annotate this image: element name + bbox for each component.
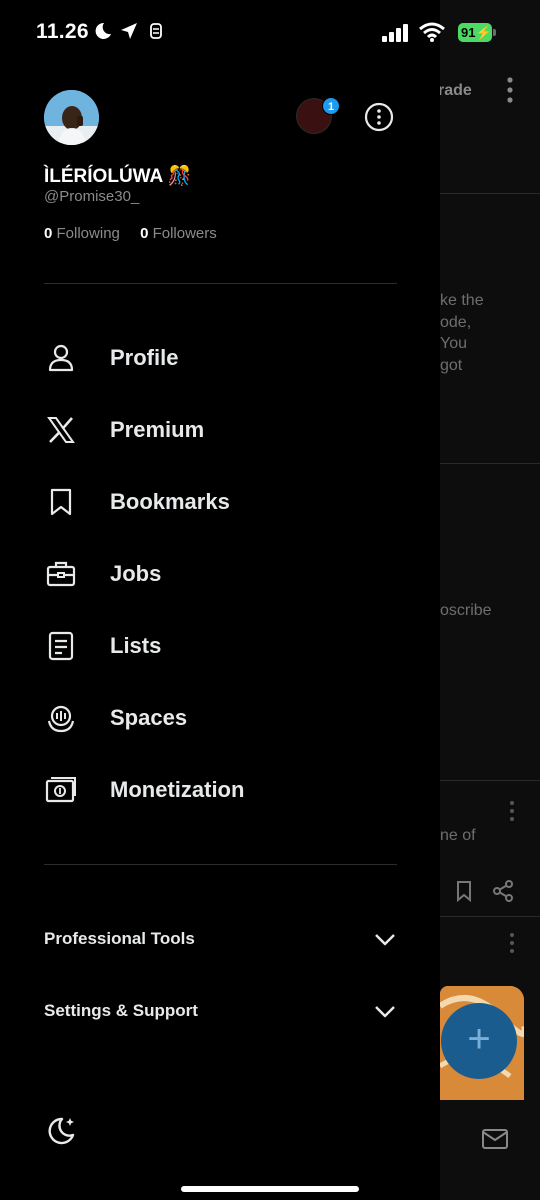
x-logo-icon xyxy=(47,417,75,443)
settings-support-toggle[interactable]: Settings & Support xyxy=(44,989,397,1033)
followers-link[interactable]: 0 Followers xyxy=(140,225,225,242)
tweet-text-fragment: ode, xyxy=(440,314,472,331)
compose-button[interactable]: + xyxy=(441,1003,517,1079)
moon-icon[interactable] xyxy=(44,1114,78,1148)
lock-rotation-icon xyxy=(150,23,162,39)
menu-item-premium[interactable]: Premium xyxy=(44,402,404,458)
person-icon xyxy=(48,344,74,372)
list-icon xyxy=(48,631,74,661)
tweet-text-fragment: You xyxy=(440,335,467,352)
following-link[interactable]: 0 Following xyxy=(44,225,128,242)
tweet-text-fragment: got xyxy=(440,357,463,374)
tweet-text-fragment: ke the xyxy=(440,292,484,309)
messages-icon[interactable] xyxy=(481,1127,509,1151)
follow-stats: 0 Following 0 Followers xyxy=(44,225,233,242)
more-vertical-icon[interactable] xyxy=(500,76,520,104)
upgrade-button-fragment[interactable]: rade xyxy=(438,80,538,102)
status-time: 11.26 xyxy=(36,20,89,43)
subscribe-fragment[interactable]: oscribe xyxy=(440,600,540,622)
notification-badge: 1 xyxy=(322,97,340,115)
moon-icon xyxy=(95,22,111,39)
avatar[interactable] xyxy=(44,90,99,145)
menu-item-spaces[interactable]: Spaces xyxy=(44,690,404,746)
chevron-down-icon xyxy=(375,1006,395,1018)
menu-label: Premium xyxy=(110,417,205,442)
divider xyxy=(44,283,397,284)
menu-label: Bookmarks xyxy=(110,489,230,514)
share-icon[interactable] xyxy=(492,880,514,902)
navigation-drawer: 1 ÌLÉRÍOLÚWA 🎊 @Promise30_ 0 Following 0… xyxy=(0,0,440,1200)
money-icon xyxy=(45,777,76,803)
home-indicator[interactable] xyxy=(181,1186,359,1192)
status-bar: 11.26 91⚡ xyxy=(0,0,540,64)
menu-item-lists[interactable]: Lists xyxy=(44,618,404,674)
display-name[interactable]: ÌLÉRÍOLÚWA 🎊 xyxy=(44,164,192,188)
more-vertical-icon[interactable] xyxy=(505,932,519,954)
more-vertical-icon[interactable] xyxy=(505,800,519,822)
menu-item-monetization[interactable]: Monetization xyxy=(44,762,404,818)
menu-label: Jobs xyxy=(110,561,162,586)
menu-item-jobs[interactable]: Jobs xyxy=(44,546,404,602)
menu-label: Monetization xyxy=(110,777,245,802)
wifi-icon xyxy=(419,22,445,42)
tweet-text-fragment: ne of xyxy=(440,827,476,844)
professional-tools-toggle[interactable]: Professional Tools xyxy=(44,917,397,961)
briefcase-icon xyxy=(46,561,76,587)
signal-icon xyxy=(382,24,408,42)
menu-label: Spaces xyxy=(110,705,188,730)
battery-tip xyxy=(493,29,496,36)
spaces-icon xyxy=(47,705,75,733)
more-options-icon[interactable] xyxy=(364,102,394,132)
section-label: Professional Tools xyxy=(44,929,195,948)
battery-indicator: 91⚡ xyxy=(458,23,492,42)
user-handle[interactable]: @Promise30_ xyxy=(44,188,139,205)
divider xyxy=(44,864,397,865)
bookmark-icon xyxy=(50,488,72,516)
chevron-down-icon xyxy=(375,934,395,946)
section-label: Settings & Support xyxy=(44,1001,198,1020)
menu-label: Lists xyxy=(110,633,162,658)
menu-item-bookmarks[interactable]: Bookmarks xyxy=(44,474,404,530)
bookmark-icon[interactable] xyxy=(455,880,473,902)
location-arrow-icon xyxy=(121,23,137,39)
menu-label: Profile xyxy=(110,345,179,370)
menu-item-profile[interactable]: Profile xyxy=(44,330,404,386)
